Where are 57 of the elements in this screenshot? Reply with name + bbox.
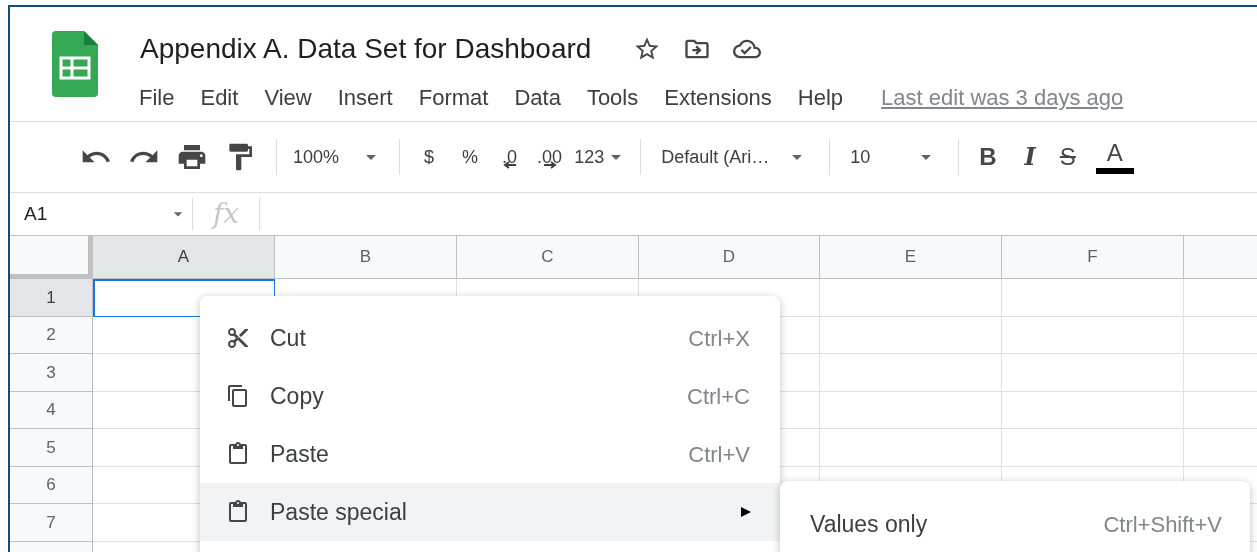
name-box[interactable]: A1	[10, 199, 192, 229]
caret-icon	[611, 154, 622, 160]
column-header[interactable]	[1184, 236, 1257, 279]
column-header[interactable]: D	[639, 236, 820, 279]
row-header[interactable]: 6	[10, 466, 93, 504]
menu-option[interactable]: Values only Ctrl+Shift+V	[780, 495, 1250, 552]
scissors-icon	[226, 326, 250, 350]
zoom-dropdown[interactable]: 100%	[289, 143, 388, 171]
last-edit-link[interactable]: Last edit was 3 days ago	[881, 81, 1124, 114]
caret-icon	[366, 154, 377, 160]
row-header[interactable]: 7	[10, 504, 93, 542]
bold-button[interactable]: B	[971, 139, 1005, 175]
menu-item[interactable]: Edit	[198, 81, 241, 114]
menu-item[interactable]: File	[137, 81, 177, 114]
decrease-decimal-button[interactable]: .0	[494, 137, 526, 177]
currency-button[interactable]: $	[416, 143, 443, 171]
menu-item[interactable]: Help	[795, 81, 846, 114]
clipboard-icon	[226, 442, 250, 466]
function-label: fx	[213, 196, 240, 232]
caret-icon	[792, 154, 803, 160]
column-header[interactable]: E	[820, 236, 1002, 279]
percent-button[interactable]: %	[454, 143, 487, 171]
strikethrough-button[interactable]: S	[1051, 139, 1084, 175]
row-header[interactable]: 4	[10, 391, 93, 429]
font-size-dropdown[interactable]: 10	[842, 143, 947, 171]
menu-item[interactable]: Data	[512, 81, 563, 114]
left-arrow-icon	[502, 161, 517, 169]
menu-item[interactable]: Format	[416, 81, 491, 114]
text-color-button[interactable]: A	[1095, 140, 1134, 174]
menu-option[interactable]: Paste special	[200, 483, 780, 541]
sheets-logo-icon[interactable]	[52, 31, 98, 97]
column-header[interactable]: C	[457, 236, 639, 279]
menu-item[interactable]: Insert	[335, 81, 395, 114]
menu-option[interactable]: Cut Ctrl+X	[200, 309, 780, 367]
copy-icon	[226, 384, 250, 408]
column-header[interactable]: A	[93, 236, 275, 279]
increase-decimal-button[interactable]: .00	[529, 137, 571, 177]
clipboard-icon	[226, 500, 250, 524]
caret-icon	[921, 154, 932, 160]
menu-item[interactable]: View	[262, 81, 314, 114]
row-header[interactable]: 2	[10, 316, 93, 354]
column-header[interactable]: F	[1002, 236, 1184, 279]
number-format-dropdown[interactable]: 123	[570, 143, 629, 171]
menu-option[interactable]: Paste Ctrl+V	[200, 425, 780, 483]
row-header[interactable]: 3	[10, 354, 93, 392]
menu-item[interactable]: Extensions	[662, 81, 774, 114]
font-dropdown[interactable]: Default (Ari…	[653, 143, 818, 171]
italic-button[interactable]: I	[1016, 139, 1044, 175]
select-all-corner[interactable]	[10, 236, 93, 279]
menu-item[interactable]: Tools	[584, 81, 641, 114]
document-title[interactable]: Appendix A. Data Set for Dashboard	[140, 28, 592, 70]
submenu-arrow-icon	[740, 506, 752, 518]
right-arrow-icon	[542, 161, 557, 169]
menu-option[interactable]: Copy Ctrl+C	[200, 367, 780, 425]
row-header[interactable]: 1	[10, 279, 93, 317]
row-header[interactable]: 5	[10, 429, 93, 467]
column-header[interactable]: B	[275, 236, 457, 279]
